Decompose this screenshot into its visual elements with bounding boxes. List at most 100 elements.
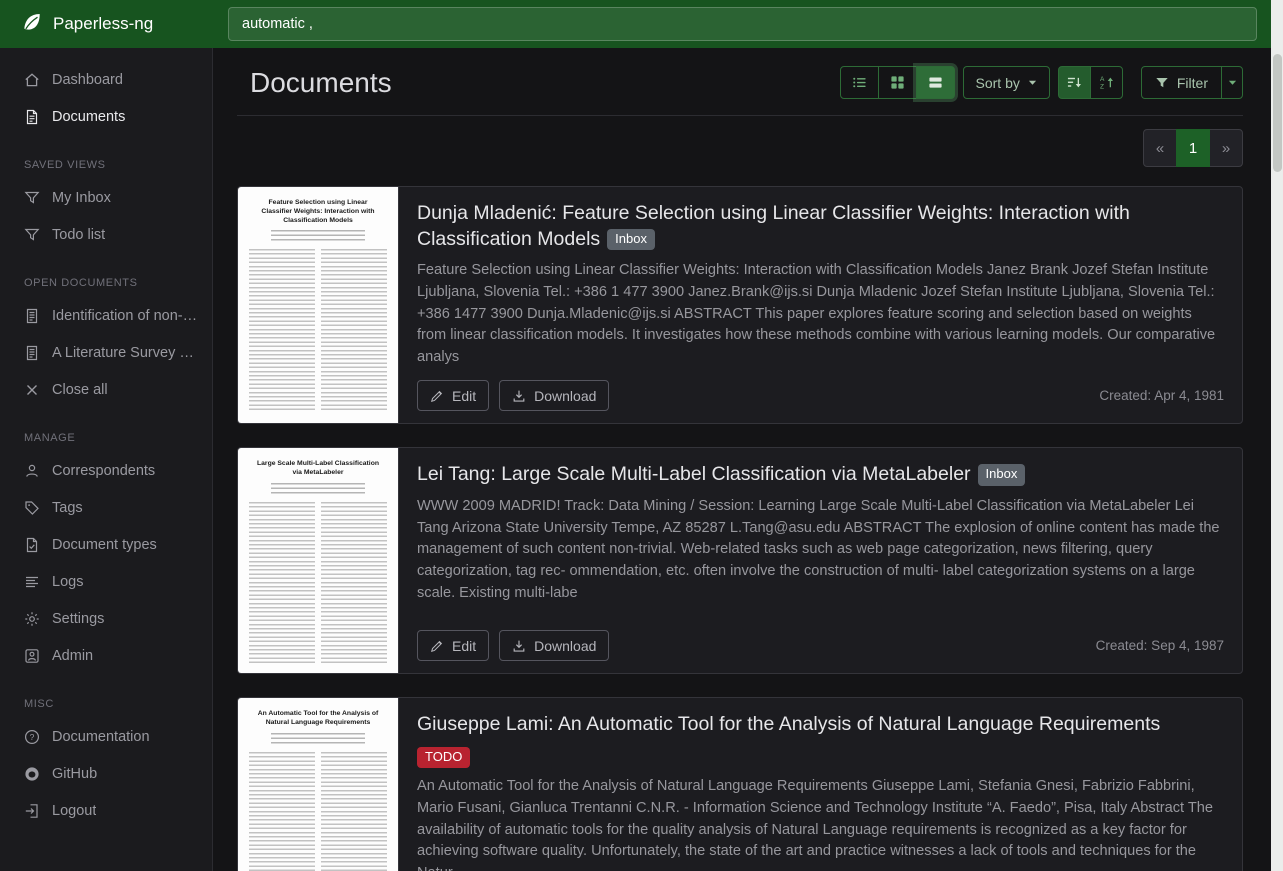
thumbnail-text-lines [271,230,365,242]
sidebar-section-title-misc: MISC [0,674,212,718]
close-icon [24,382,40,398]
sort-alpha-button[interactable]: AZ [1090,66,1123,99]
pagination-page-1-button[interactable]: 1 [1176,129,1210,167]
top-navbar: Paperless-ng [0,0,1283,48]
thumbnail-text-columns [249,502,387,663]
sidebar-item-tags[interactable]: Tags [0,489,212,526]
scrollbar-thumb[interactable] [1273,54,1282,172]
sidebar-item-logs[interactable]: Logs [0,563,212,600]
document-thumbnail[interactable]: Large Scale Multi-Label Classification v… [238,448,399,673]
sidebar-item-settings[interactable]: Settings [0,600,212,637]
documents-icon [24,109,40,125]
sidebar-item-todo-list[interactable]: Todo list [0,216,212,253]
dashboard-icon [24,72,40,88]
card-footer: Edit Download Created: Apr 4, 1981 [417,380,1224,411]
sort-descending-button[interactable] [1058,66,1091,99]
document-type-icon [24,537,40,553]
document-thumbnail[interactable]: An Automatic Tool for the Analysis of Na… [238,698,399,871]
sort-alpha-icon: AZ [1099,75,1114,90]
svg-text:Z: Z [1100,84,1104,90]
admin-icon [24,648,40,664]
document-excerpt: WWW 2009 MADRID! Track: Data Mining / Se… [417,496,1224,618]
thumbnail-text-columns [249,752,387,871]
detail-view-icon [928,75,943,90]
download-icon [512,639,526,653]
edit-button[interactable]: Edit [417,380,489,411]
view-toggle-group [840,66,955,99]
brand[interactable]: Paperless-ng [0,11,213,38]
pagination-prev-button[interactable]: « [1143,129,1177,167]
vertical-scrollbar[interactable] [1271,0,1283,871]
card-footer: Edit Download Created: Sep 4, 1987 [417,630,1224,661]
svg-text:A: A [1100,76,1105,83]
sidebar-item-documents[interactable]: Documents [0,98,212,135]
thumbnail-title: Feature Selection using Linear Classifie… [253,199,383,225]
pagination: « 1 » [237,129,1243,167]
sidebar-item-github[interactable]: GitHub [0,755,212,792]
global-search-input[interactable] [228,7,1257,41]
sidebar-item-logout[interactable]: Logout [0,792,212,829]
funnel-icon [24,227,40,243]
sidebar-item-admin[interactable]: Admin [0,637,212,674]
funnel-icon [1155,76,1169,90]
github-icon [24,766,40,782]
sort-by-dropdown[interactable]: Sort by [963,66,1050,99]
tag-badge[interactable]: TODO [417,747,470,768]
sort-direction-group: AZ [1058,66,1123,99]
sidebar: Dashboard Documents SAVED VIEWS My Inbox… [0,48,213,871]
thumbnail-text-columns [249,249,387,413]
caret-down-icon [1228,78,1237,87]
document-thumbnail[interactable]: Feature Selection using Linear Classifie… [238,187,399,423]
page-title: Documents [250,67,392,99]
tag-badge[interactable]: Inbox [978,464,1026,485]
grid-view-icon [890,75,905,90]
download-button[interactable]: Download [499,630,609,661]
list-view-icon [852,75,867,90]
document-card-body: Giuseppe Lami: An Automatic Tool for the… [399,698,1242,871]
sidebar-item-dashboard[interactable]: Dashboard [0,61,212,98]
gear-icon [24,611,40,627]
pagination-next-button[interactable]: » [1209,129,1243,167]
tag-badge[interactable]: Inbox [607,229,655,250]
filter-split-button: Filter [1141,66,1243,99]
thumbnail-text-lines [271,733,365,745]
funnel-icon [24,190,40,206]
view-list-button[interactable] [840,66,879,99]
paperless-leaf-logo-icon [21,11,43,38]
document-card: An Automatic Tool for the Analysis of Na… [237,697,1243,871]
document-card-body: Dunja Mladenić: Feature Selection using … [399,187,1242,423]
caret-down-icon [1028,78,1037,87]
thumbnail-text-lines [271,483,365,495]
person-icon [24,463,40,479]
view-details-button[interactable] [916,66,955,99]
edit-button[interactable]: Edit [417,630,489,661]
view-grid-button[interactable] [878,66,917,99]
help-icon: ? [24,729,40,745]
filter-button[interactable]: Filter [1141,66,1222,99]
tag-icon [24,500,40,516]
document-title-link[interactable]: Giuseppe Lami: An Automatic Tool for the… [417,712,1224,768]
brand-name: Paperless-ng [53,14,153,34]
file-text-icon [24,345,40,361]
sidebar-item-open-document-1[interactable]: Identification of non-fu... [0,297,212,334]
sort-descending-icon [1067,75,1082,90]
document-title-link[interactable]: Lei Tang: Large Scale Multi-Label Classi… [417,462,1224,488]
document-card: Large Scale Multi-Label Classification v… [237,447,1243,674]
sidebar-item-documentation[interactable]: ? Documentation [0,718,212,755]
sidebar-item-document-types[interactable]: Document types [0,526,212,563]
sidebar-section-title-manage: MANAGE [0,408,212,452]
sidebar-item-my-inbox[interactable]: My Inbox [0,179,212,216]
sidebar-item-close-all[interactable]: Close all [0,371,212,408]
document-title-link[interactable]: Dunja Mladenić: Feature Selection using … [417,201,1224,252]
document-card-body: Lei Tang: Large Scale Multi-Label Classi… [399,448,1242,673]
filter-caret-button[interactable] [1221,66,1243,99]
page-header: Documents Sort by [237,66,1243,116]
pencil-icon [430,389,444,403]
download-button[interactable]: Download [499,380,609,411]
svg-text:?: ? [30,732,35,742]
document-excerpt: Feature Selection using Linear Classifie… [417,260,1224,368]
sidebar-item-open-document-2[interactable]: A Literature Survey on ... [0,334,212,371]
created-date: Created: Apr 4, 1981 [1099,388,1224,403]
sidebar-item-correspondents[interactable]: Correspondents [0,452,212,489]
logs-icon [24,574,40,590]
